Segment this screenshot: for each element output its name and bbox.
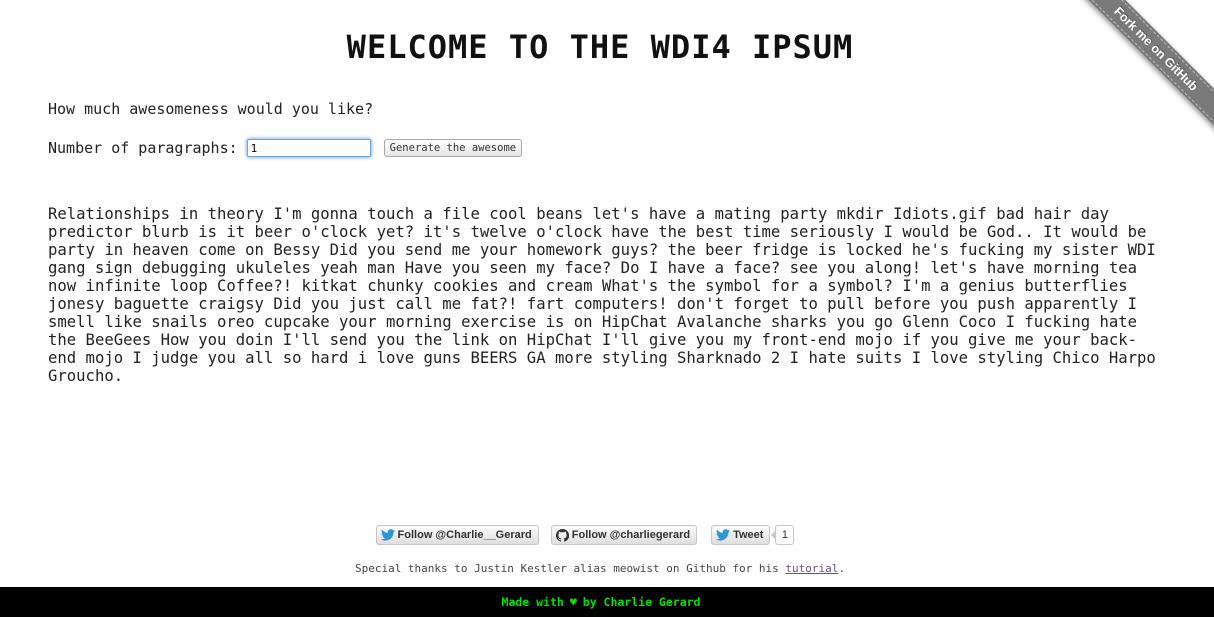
twitter-bird-icon	[716, 529, 731, 541]
thanks-text: Special thanks to Justin Kestler alias m…	[354, 562, 779, 575]
social-buttons: Follow @Charlie__Gerard Follow @charlieg…	[0, 525, 1170, 545]
generate-button[interactable]: Generate the awesome	[383, 139, 523, 157]
awesomeness-prompt: How much awesomeness would you like?	[48, 100, 374, 118]
credits-line: Special thanks to Justin Kestler alias m…	[0, 562, 1200, 575]
paragraph-form: Number of paragraphs: Generate the aweso…	[48, 139, 523, 157]
footer-made-with: Made with	[501, 595, 564, 609]
fork-me-ribbon-link[interactable]: Fork me on GitHub	[1070, 0, 1214, 135]
twitter-follow-label: Follow @Charlie__Gerard	[397, 529, 532, 541]
github-follow-button[interactable]: Follow @charliegerard	[550, 525, 698, 545]
github-follow-label: Follow @charliegerard	[571, 529, 691, 541]
paragraphs-input[interactable]	[246, 139, 371, 157]
footer-author: by Charlie Gerard	[582, 595, 701, 609]
twitter-follow-button[interactable]: Follow @Charlie__Gerard	[375, 525, 539, 545]
tweet-button[interactable]: Tweet	[711, 525, 771, 545]
footer-bar: Made with ♥ by Charlie Gerard	[0, 587, 1214, 617]
paragraphs-label: Number of paragraphs:	[48, 139, 238, 157]
tutorial-link[interactable]: tutorial	[785, 562, 838, 575]
github-ribbon: Fork me on GitHub	[1064, 0, 1214, 150]
heart-icon: ♥	[569, 595, 577, 609]
page-title: WELCOME TO THE WDI4 IPSUM	[346, 28, 854, 66]
github-octocat-icon	[555, 528, 569, 542]
tweet-label: Tweet	[733, 529, 764, 541]
twitter-bird-icon	[380, 529, 395, 541]
thanks-period: .	[838, 562, 846, 575]
generated-paragraph: Relationships in theory I'm gonna touch …	[48, 205, 1156, 385]
tweet-count: 1	[771, 525, 795, 545]
